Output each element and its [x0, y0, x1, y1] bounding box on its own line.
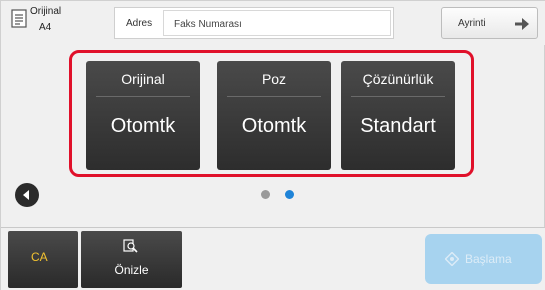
start-diamond-icon [444, 251, 460, 267]
chevron-left-icon[interactable] [15, 183, 39, 207]
bottom-bar: CA Önizle Başlama [1, 228, 545, 290]
tile-original[interactable]: Orijinal Otomtk [86, 61, 200, 170]
arrow-right-icon [515, 17, 529, 30]
detail-button[interactable]: Ayrinti [441, 7, 538, 39]
divider [96, 96, 190, 97]
start-label: Başlama [465, 252, 512, 266]
divider [227, 96, 321, 97]
fax-number-field[interactable]: Faks Numarası [163, 10, 391, 36]
tile-resolution[interactable]: Çözünürlük Standart [341, 61, 455, 170]
tile-value: Standart [360, 115, 436, 137]
detail-label: Ayrinti [458, 18, 486, 29]
top-bar: Orijinal A4 Adres Faks Numarası Ayrinti [1, 1, 545, 45]
divider [351, 96, 445, 97]
original-label: Orijinal [30, 6, 62, 17]
tile-value: Otomtk [110, 115, 176, 137]
clear-all-label: CA [31, 250, 48, 264]
original-size: A4 [39, 22, 52, 33]
tile-title: Çözünürlük [362, 71, 434, 87]
tile-title: Orijinal [121, 71, 165, 87]
tile-value: Otomtk [241, 115, 307, 137]
address-box: Adres Faks Numarası [114, 7, 394, 39]
tile-title: Poz [261, 71, 287, 87]
page-dot-2-active[interactable] [285, 190, 294, 199]
fax-number-placeholder: Faks Numarası [174, 19, 242, 30]
tile-exposure[interactable]: Poz Otomtk [217, 61, 331, 170]
address-button[interactable]: Adres [126, 18, 152, 29]
preview-label: Önizle [114, 263, 149, 277]
settings-selection-frame: Orijinal Otomtk Poz Otomtk Çözünürlük St… [69, 50, 474, 177]
clear-all-button[interactable]: CA [8, 231, 78, 288]
preview-magnifier-icon [123, 239, 139, 253]
start-button[interactable]: Başlama [425, 234, 542, 284]
document-icon[interactable] [11, 9, 29, 29]
fax-screen: Orijinal A4 Adres Faks Numarası Ayrinti … [0, 0, 545, 290]
preview-button[interactable]: Önizle [81, 231, 182, 288]
page-dot-1[interactable] [261, 190, 270, 199]
